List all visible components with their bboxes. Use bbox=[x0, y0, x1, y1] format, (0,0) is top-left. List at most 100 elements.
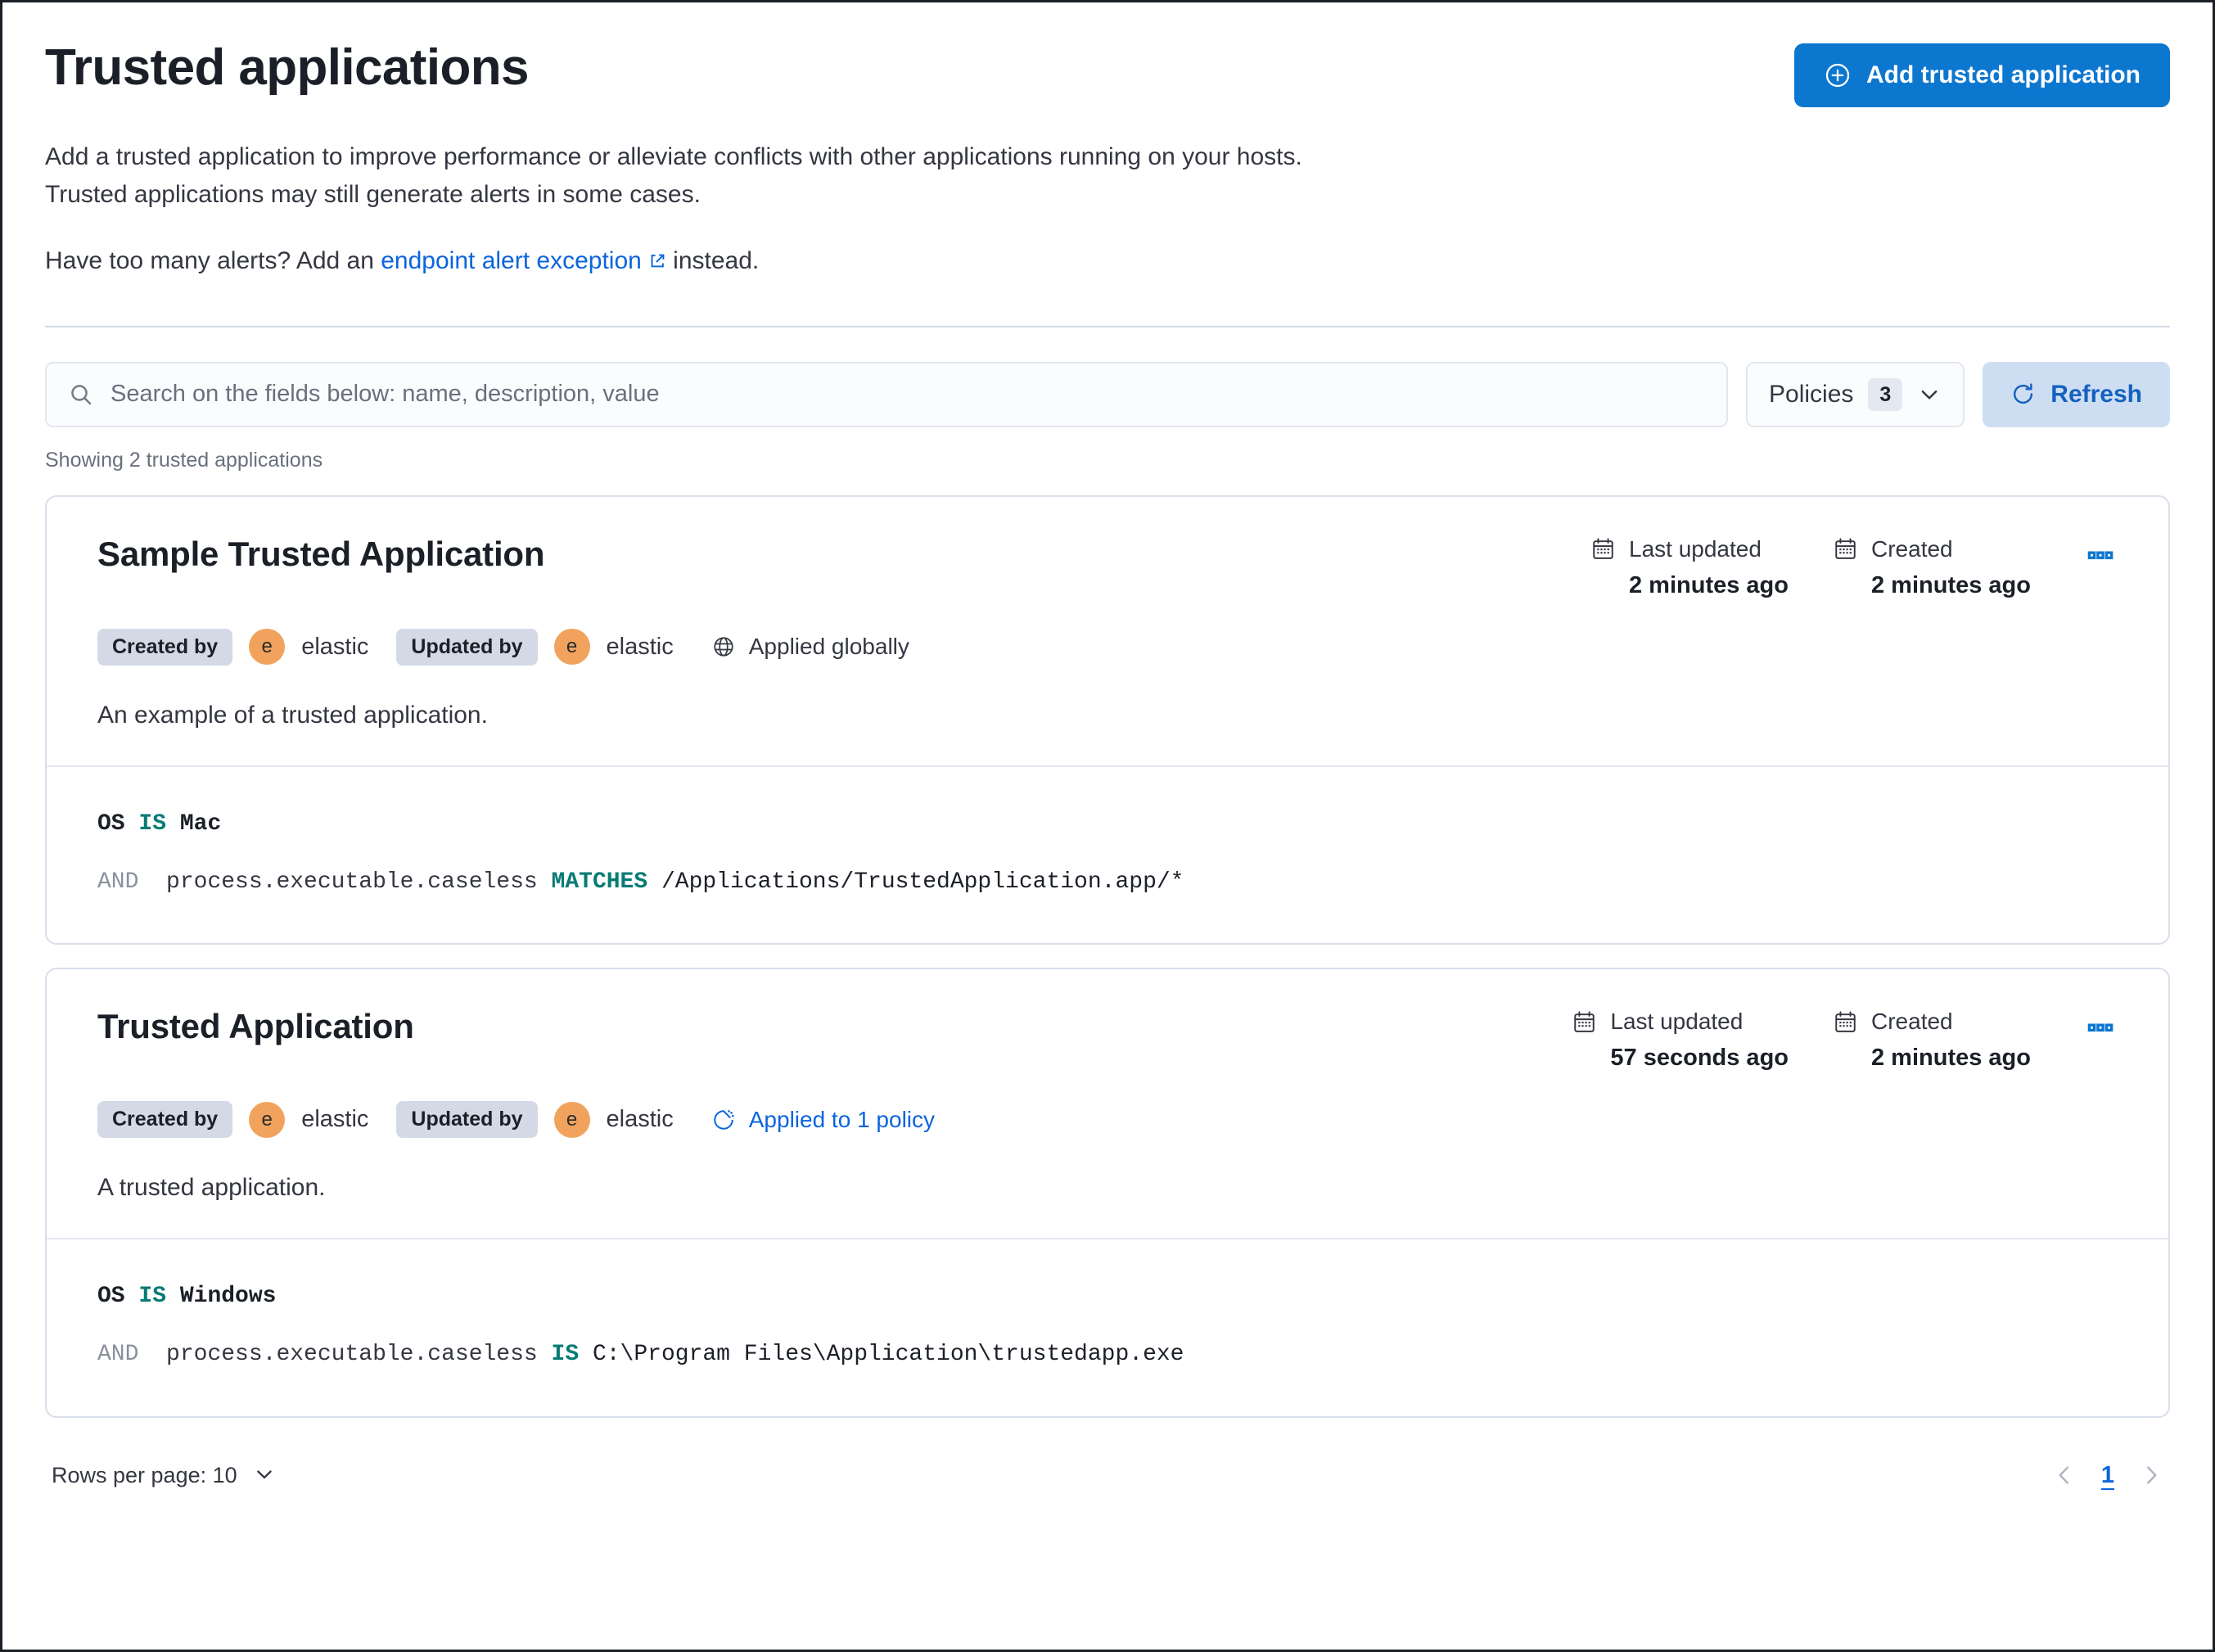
pager: 1 bbox=[2052, 1462, 2163, 1489]
chevron-left-icon[interactable] bbox=[2052, 1463, 2077, 1487]
applied-scope: Applied globally bbox=[711, 634, 909, 660]
card-criteria: OS IS Mac AND process.executable.caseles… bbox=[47, 765, 2168, 944]
created-label: Created bbox=[1871, 535, 1953, 562]
created-value: 2 minutes ago bbox=[1871, 1045, 2031, 1072]
pagination-footer: Rows per page: 10 1 bbox=[45, 1462, 2170, 1522]
chevron-down-icon bbox=[252, 1463, 277, 1487]
avatar: e bbox=[553, 629, 590, 666]
created-block: Created 2 minutes ago bbox=[1833, 536, 2031, 599]
card-actions-menu-button[interactable] bbox=[2075, 1009, 2118, 1041]
criteria-line-field: AND process.executable.caseless IS C:\Pr… bbox=[97, 1337, 2118, 1374]
last-updated-label-row: Last updated bbox=[1572, 1009, 1789, 1035]
created-by-username: elastic bbox=[301, 1106, 369, 1133]
add-trusted-application-label: Add trusted application bbox=[1865, 61, 2141, 88]
card-attribution-row: Created by e elastic Updated by e elasti… bbox=[97, 628, 2118, 666]
criteria-and-keyword: AND bbox=[97, 869, 139, 895]
refresh-icon bbox=[2010, 381, 2036, 407]
criteria-value: /Applications/TrustedApplication.app/* bbox=[661, 869, 1184, 895]
intro-prefix: Have too many alerts? Add an bbox=[45, 247, 381, 275]
calendar-icon bbox=[1590, 536, 1616, 562]
endpoint-alert-exception-link[interactable]: endpoint alert exception bbox=[381, 247, 666, 274]
chevron-right-icon[interactable] bbox=[2139, 1463, 2163, 1487]
last-updated-value: 57 seconds ago bbox=[1610, 1045, 1789, 1072]
card-metadata: Last updated 57 seconds ago Created 2 mi… bbox=[1572, 1004, 2118, 1072]
card-metadata: Last updated 2 minutes ago Created 2 min… bbox=[1590, 531, 2118, 599]
page-number-1[interactable]: 1 bbox=[2101, 1462, 2114, 1489]
card-actions-menu-button[interactable] bbox=[2075, 536, 2118, 569]
calendar-icon bbox=[1572, 1009, 1597, 1035]
last-updated-label: Last updated bbox=[1610, 1009, 1744, 1035]
last-updated-label: Last updated bbox=[1629, 535, 1762, 562]
avatar: e bbox=[249, 629, 286, 666]
rows-per-page-button[interactable]: Rows per page: 10 bbox=[52, 1463, 277, 1488]
card-top: Sample Trusted Application Last updated … bbox=[47, 497, 2168, 765]
rows-per-page-label: Rows per page: 10 bbox=[52, 1462, 237, 1487]
boxes-horizontal-icon bbox=[2086, 1013, 2114, 1041]
last-updated-block: Last updated 2 minutes ago bbox=[1590, 536, 1789, 599]
created-by-tag: Created by bbox=[97, 628, 233, 666]
calendar-icon bbox=[1833, 1009, 1858, 1035]
criteria-operator: MATCHES bbox=[551, 869, 648, 895]
card-title: Trusted Application bbox=[97, 1007, 414, 1046]
criteria-os-value: Windows bbox=[179, 1284, 277, 1310]
intro-paragraph-2: Have too many alerts? Add an endpoint al… bbox=[45, 242, 1355, 280]
add-trusted-application-button[interactable]: Add trusted application bbox=[1793, 43, 2170, 107]
updated-by-tag: Updated by bbox=[396, 628, 538, 666]
card-attribution-row: Created by e elastic Updated by e elasti… bbox=[97, 1101, 2118, 1139]
card-header: Trusted Application Last updated 57 seco… bbox=[97, 1004, 2118, 1072]
created-value: 2 minutes ago bbox=[1871, 571, 2031, 598]
search-input[interactable] bbox=[111, 381, 1705, 408]
globe-icon bbox=[711, 634, 736, 659]
last-updated-label-row: Last updated bbox=[1590, 536, 1789, 562]
avatar: e bbox=[249, 1101, 286, 1138]
search-icon bbox=[68, 381, 94, 408]
criteria-os-keyword: OS bbox=[97, 1284, 125, 1310]
intro-text: Add a trusted application to improve per… bbox=[45, 138, 1355, 280]
criteria-os-keyword: OS bbox=[97, 810, 125, 837]
created-label-row: Created bbox=[1833, 1009, 2031, 1035]
updated-by-username: elastic bbox=[606, 633, 674, 660]
updated-by-tag: Updated by bbox=[396, 1101, 538, 1139]
applied-policy-link[interactable]: Applied to 1 policy bbox=[711, 1107, 935, 1133]
page-content: Trusted applications Add trusted applica… bbox=[2, 2, 2213, 1522]
external-link-icon bbox=[648, 244, 666, 268]
created-by-username: elastic bbox=[301, 633, 369, 660]
partial-pie-icon bbox=[711, 1108, 736, 1132]
criteria-line-os: OS IS Windows bbox=[97, 1279, 2118, 1316]
endpoint-alert-exception-label: endpoint alert exception bbox=[381, 247, 642, 275]
card-criteria: OS IS Windows AND process.executable.cas… bbox=[47, 1238, 2168, 1416]
criteria-line-os: OS IS Mac bbox=[97, 806, 2118, 843]
search-box[interactable] bbox=[45, 361, 1728, 427]
boxes-horizontal-icon bbox=[2086, 541, 2114, 569]
page-header: Trusted applications Add trusted applica… bbox=[45, 39, 2170, 107]
avatar: e bbox=[553, 1101, 590, 1138]
trusted-application-card: Sample Trusted Application Last updated … bbox=[45, 494, 2170, 946]
trusted-applications-page: Trusted applications Add trusted applica… bbox=[0, 0, 2215, 1652]
chevron-down-icon bbox=[1917, 382, 1942, 407]
intro-suffix: instead. bbox=[665, 247, 760, 275]
card-title: Sample Trusted Application bbox=[97, 534, 545, 573]
criteria-line-field: AND process.executable.caseless MATCHES … bbox=[97, 864, 2118, 901]
criteria-field: process.executable.caseless bbox=[166, 869, 538, 895]
criteria-os-value: Mac bbox=[179, 810, 222, 837]
policies-count-badge: 3 bbox=[1868, 377, 1903, 412]
applied-policy-label: Applied to 1 policy bbox=[748, 1106, 936, 1132]
created-label-row: Created bbox=[1833, 536, 2031, 562]
policies-filter-button[interactable]: Policies 3 bbox=[1746, 361, 1965, 427]
policies-filter-label: Policies bbox=[1769, 380, 1854, 408]
applied-scope-label: Applied globally bbox=[748, 634, 909, 660]
last-updated-value: 2 minutes ago bbox=[1629, 571, 1789, 598]
created-block: Created 2 minutes ago bbox=[1833, 1009, 2031, 1072]
criteria-field: process.executable.caseless bbox=[166, 1342, 538, 1368]
created-label: Created bbox=[1871, 1009, 1953, 1035]
updated-by-username: elastic bbox=[606, 1106, 674, 1133]
plus-in-circle-icon bbox=[1824, 61, 1852, 89]
intro-paragraph-1: Add a trusted application to improve per… bbox=[45, 143, 1302, 208]
card-top: Trusted Application Last updated 57 seco… bbox=[47, 969, 2168, 1238]
refresh-button[interactable]: Refresh bbox=[1983, 361, 2170, 427]
criteria-and-keyword: AND bbox=[97, 1342, 139, 1368]
results-count: Showing 2 trusted applications bbox=[45, 448, 323, 472]
header-divider bbox=[45, 325, 2170, 327]
card-description: A trusted application. bbox=[97, 1174, 326, 1202]
criteria-operator: IS bbox=[551, 1342, 580, 1368]
